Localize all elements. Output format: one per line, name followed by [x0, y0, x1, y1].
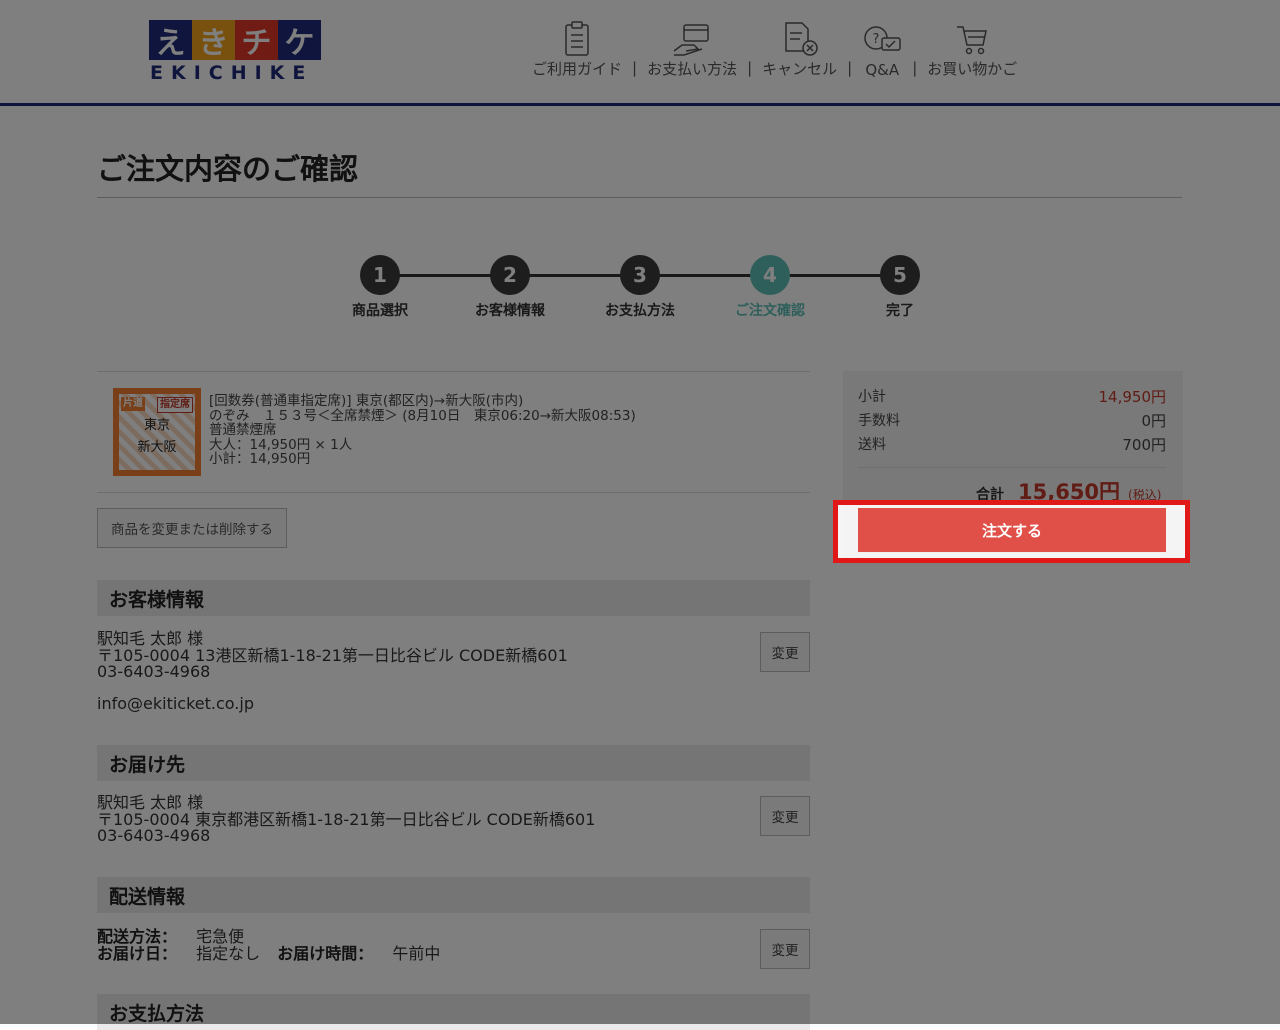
logo-tile: き — [192, 20, 235, 61]
delivery-time-value: 午前中 — [392, 943, 441, 963]
step-number-active: 4 — [750, 255, 790, 295]
fee-label: 手数料 — [858, 413, 900, 429]
ticket-thumbnail: 片道 指定席 東京 新大阪 — [113, 388, 201, 476]
step-4: 4 ご注文確認 — [730, 255, 810, 320]
shipping-date-row: お届け日： 指定なし お届け時間： 午前中 — [97, 943, 441, 963]
shipping-info-block: 配送方法： 宅急便 お届け日： 指定なし お届け時間： 午前中 — [97, 928, 441, 963]
step-number: 1 — [360, 255, 400, 295]
shipping-fee-row: 送料 700円 — [858, 434, 1166, 455]
svg-text:?: ? — [873, 32, 880, 47]
logo-tile: え — [149, 20, 192, 61]
nav-qa[interactable]: ? Q&A — [862, 23, 902, 79]
step-number: 5 — [880, 255, 920, 295]
subtotal-value: 14,950円 — [1098, 388, 1167, 406]
change-product-button[interactable]: 商品を変更または削除する — [97, 508, 287, 548]
nav-separator: | — [912, 59, 918, 77]
ticket-from: 東京 — [143, 418, 170, 433]
customer-info-block: 駅知毛 太郎 様 〒105-0004 13港区新橋1-18-21第一日比谷ビル … — [97, 630, 568, 713]
product-seat: 普通禁煙席 — [209, 422, 277, 438]
header-nav: ご利用ガイド | お支払い方法 | キャンセル | ? Q&A | お買い物かご — [532, 20, 1017, 79]
logo-wordmark: EKICHIKE — [150, 62, 314, 84]
product-details: [回数券(普通車指定席)] 東京(都区内)→新大阪(市内) のぞみ １５３号＜全… — [209, 394, 636, 467]
subtotal-row: 小計 14,950円 — [858, 386, 1166, 407]
cancel-doc-icon — [780, 20, 820, 58]
change-customer-button[interactable]: 変更 — [760, 632, 810, 672]
step-label: お客様情報 — [475, 303, 545, 319]
nav-cart-label: お買い物かご — [927, 60, 1018, 78]
product-subtotal: 小計：14,950円 — [209, 451, 311, 467]
ticket-tag-oneway: 片道 — [121, 397, 145, 411]
page-title: ご注文内容のご確認 — [97, 152, 359, 186]
product-price: 大人：14,950円 × 1人 — [209, 436, 353, 453]
customer-email: info@ekiticket.co.jp — [97, 693, 254, 713]
nav-cancel-label: キャンセル — [762, 60, 838, 78]
cart-icon — [955, 20, 989, 58]
order-summary: 小計 14,950円 手数料 0円 送料 700円 合計 15,650円 (税込… — [843, 371, 1183, 504]
delivery-date-value: 指定なし — [196, 943, 261, 963]
fee-value: 0円 — [1141, 412, 1166, 430]
product-train: のぞみ １５３号＜全席禁煙＞ (8月10日 東京06:20→新大阪08:53) — [209, 407, 636, 424]
nav-guide-label: ご利用ガイド — [532, 60, 623, 78]
delivery-address-block: 駅知毛 太郎 様 〒105-0004 東京都港区新橋1-18-21第一日比谷ビル… — [97, 794, 595, 845]
nav-qa-label: Q&A — [865, 61, 900, 79]
subtotal-label: 小計 — [858, 389, 886, 405]
nav-separator: | — [632, 59, 638, 77]
ticket-tag-reserved: 指定席 — [157, 397, 193, 413]
nav-guide[interactable]: ご利用ガイド — [532, 20, 622, 79]
product-title: [回数券(普通車指定席)] 東京(都区内)→新大阪(市内) — [209, 393, 524, 409]
summary-divider — [858, 467, 1166, 468]
nav-payment-label: お支払い方法 — [647, 60, 738, 78]
step-label: 商品選択 — [352, 303, 408, 319]
title-divider — [97, 197, 1182, 198]
step-5: 5 完了 — [860, 255, 940, 320]
change-shipping-button[interactable]: 変更 — [760, 929, 810, 969]
nav-cart[interactable]: お買い物かご — [927, 20, 1017, 79]
highlighted-order-button[interactable]: 注文する — [858, 508, 1166, 552]
fee-row: 手数料 0円 — [858, 410, 1166, 431]
ticket-pattern: 片道 指定席 東京 新大阪 — [119, 394, 195, 470]
nav-separator: | — [847, 59, 853, 77]
delivery-phone: 03-6403-4968 — [97, 826, 211, 845]
step-3: 3 お支払方法 — [600, 255, 680, 320]
logo-tile: チ — [235, 20, 278, 61]
step-1: 1 商品選択 — [340, 255, 420, 320]
ekichike-logo[interactable]: え き チ ケ EKICHIKE — [149, 20, 321, 86]
step-number: 3 — [620, 255, 660, 295]
delivery-date-label: お届け日： — [97, 943, 178, 963]
nav-separator: | — [747, 59, 753, 77]
step-label: 完了 — [886, 303, 914, 319]
logo-tile: ケ — [278, 20, 321, 61]
delivery-time-label: お届け時間： — [277, 943, 374, 963]
guide-icon — [563, 20, 591, 58]
step-label: お支払方法 — [605, 303, 675, 319]
customer-phone: 03-6403-4968 — [97, 662, 211, 681]
step-label-active: ご注文確認 — [735, 303, 805, 319]
progress-steps: 1 商品選択 2 お客様情報 3 お支払方法 4 ご注文確認 5 完了 — [340, 255, 940, 325]
nav-cancel[interactable]: キャンセル — [762, 20, 837, 79]
site-header: え き チ ケ EKICHIKE ご利用ガイド | お支払い方法 | キャンセル — [0, 0, 1280, 106]
qa-icon: ? — [862, 23, 902, 61]
payment-icon — [672, 20, 712, 58]
shipping-fee-value: 700円 — [1122, 436, 1166, 454]
ticket-to: 新大阪 — [137, 440, 177, 455]
product-divider-bottom — [97, 492, 810, 493]
nav-payment[interactable]: お支払い方法 — [647, 20, 737, 79]
customer-info-heading: お客様情報 — [97, 580, 810, 616]
shipping-fee-label: 送料 — [858, 437, 886, 453]
delivery-address-heading: お届け先 — [97, 745, 810, 781]
step-number: 2 — [490, 255, 530, 295]
step-2: 2 お客様情報 — [470, 255, 550, 320]
shipping-info-heading: 配送情報 — [97, 877, 810, 913]
change-delivery-button[interactable]: 変更 — [760, 796, 810, 836]
product-divider-top — [97, 371, 810, 372]
payment-method-heading: お支払方法 — [97, 994, 810, 1030]
